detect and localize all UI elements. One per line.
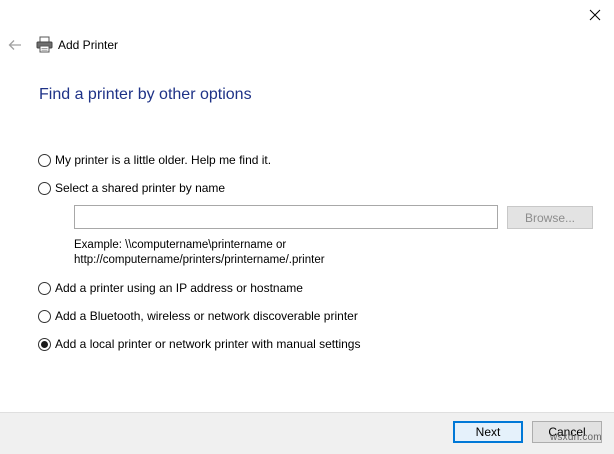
printer-icon	[36, 36, 53, 53]
watermark: wsxdn.com	[550, 432, 602, 443]
back-button[interactable]	[6, 36, 24, 54]
radio-shared-printer[interactable]	[38, 181, 51, 195]
option-label: Add a local printer or network printer w…	[55, 337, 361, 351]
option-label: Add a printer using an IP address or hos…	[55, 281, 303, 295]
radio-older-printer[interactable]	[38, 153, 51, 167]
example-line-2: http://computername/printers/printername…	[74, 254, 325, 266]
example-line-1: Example: \\computername\printername or	[74, 239, 287, 251]
option-label: Select a shared printer by name	[55, 181, 226, 195]
option-label: Add a Bluetooth, wireless or network dis…	[55, 309, 358, 323]
option-ip-hostname[interactable]: Add a printer using an IP address or hos…	[38, 281, 303, 295]
option-label: My printer is a little older. Help me fi…	[55, 153, 272, 167]
example-text: Example: \\computername\printername or h…	[74, 238, 325, 268]
option-older-printer[interactable]: My printer is a little older. Help me fi…	[38, 153, 271, 167]
radio-local-printer[interactable]	[38, 337, 51, 351]
browse-button[interactable]: Browse...	[507, 206, 593, 229]
option-shared-printer[interactable]: Select a shared printer by name	[38, 181, 225, 195]
close-icon	[589, 9, 601, 21]
radio-ip-hostname[interactable]	[38, 281, 51, 295]
option-local-printer[interactable]: Add a local printer or network printer w…	[38, 337, 360, 351]
radio-bluetooth-wireless[interactable]	[38, 309, 51, 323]
option-bluetooth-wireless[interactable]: Add a Bluetooth, wireless or network dis…	[38, 309, 358, 323]
back-arrow-icon	[8, 40, 21, 50]
window-title: Add Printer	[58, 38, 119, 52]
close-button[interactable]	[583, 4, 607, 26]
page-heading: Find a printer by other options	[39, 86, 252, 103]
shared-printer-name-input[interactable]	[74, 205, 498, 229]
next-button[interactable]: Next	[453, 421, 523, 443]
